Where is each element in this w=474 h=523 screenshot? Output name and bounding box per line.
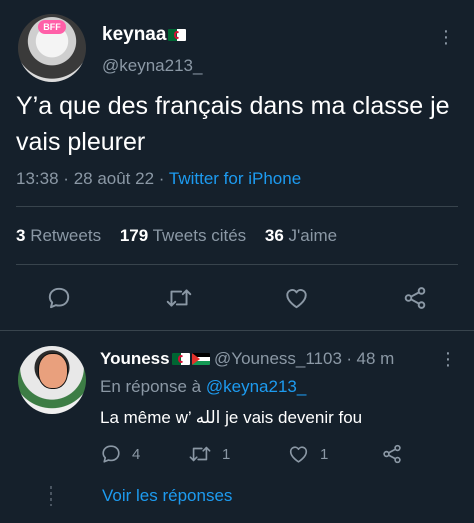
likes-count: 36 bbox=[264, 226, 284, 245]
reply-icon[interactable] bbox=[46, 285, 72, 311]
like-icon[interactable] bbox=[283, 285, 310, 311]
reply-icon bbox=[100, 443, 122, 465]
meta-separator: · bbox=[158, 169, 165, 188]
divider bbox=[16, 206, 458, 207]
quotes-label: Tweets cités bbox=[152, 226, 247, 245]
retweets-count: 3 bbox=[16, 226, 26, 245]
reply-context: En réponse à @keyna213_ bbox=[100, 377, 306, 397]
author-display-name[interactable]: keynaa bbox=[102, 24, 187, 46]
tweet-text: Y’a que des français dans ma classe je v… bbox=[16, 92, 450, 156]
likes-label: J'aime bbox=[288, 226, 338, 245]
reply-age[interactable]: 48 m bbox=[357, 349, 395, 368]
author-handle[interactable]: @keyna213_ bbox=[102, 56, 202, 76]
algeria-flag-icon bbox=[168, 29, 187, 41]
reply-reply-button[interactable]: 4 bbox=[100, 443, 140, 465]
retweet-icon[interactable] bbox=[165, 285, 193, 311]
algeria-flag-icon bbox=[171, 353, 190, 365]
quotes-stat[interactable]: 179 Tweets cités bbox=[120, 226, 246, 245]
reply-author-name-text: Youness bbox=[100, 349, 170, 368]
meta-separator: · bbox=[63, 169, 69, 188]
reply-to-handle[interactable]: @keyna213_ bbox=[206, 377, 306, 396]
tweet-time[interactable]: 13:38 bbox=[16, 169, 59, 188]
reply-prefix: En réponse à bbox=[100, 377, 202, 396]
tweet-stats: 3 Retweets 179 Tweets cités 36 J'aime bbox=[16, 226, 351, 246]
reply-more-options-icon[interactable]: · · · bbox=[444, 343, 452, 375]
tweet-date[interactable]: 28 août 22 bbox=[74, 169, 154, 188]
author-name-text: keynaa bbox=[102, 24, 167, 45]
reply-retweet-button[interactable]: 1 bbox=[188, 443, 230, 465]
like-icon bbox=[287, 443, 310, 465]
tweet-meta: 13:38 · 28 août 22 · Twitter for iPhone bbox=[16, 169, 301, 189]
show-replies-link[interactable]: Voir les réponses bbox=[102, 486, 232, 506]
author-avatar[interactable]: BFF bbox=[18, 14, 86, 82]
reply-header: Youness @Youness_1103 · 48 m bbox=[100, 349, 394, 369]
reply-text: La même w’ الله je vais devenir fou bbox=[100, 408, 363, 427]
share-icon[interactable] bbox=[401, 285, 429, 311]
reply-author-handle[interactable]: @Youness_1103 bbox=[214, 349, 342, 368]
avatar-badge: BFF bbox=[38, 20, 66, 34]
divider bbox=[16, 264, 458, 265]
thread-connector bbox=[50, 486, 52, 506]
quotes-count: 179 bbox=[119, 226, 149, 245]
reply-share-icon[interactable] bbox=[380, 443, 404, 465]
reply-like-button[interactable]: 1 bbox=[287, 443, 328, 465]
retweets-stat[interactable]: 3 Retweets bbox=[16, 226, 101, 245]
retweet-icon bbox=[188, 443, 212, 465]
like-count: 1 bbox=[320, 445, 329, 463]
likes-stat[interactable]: 36 J'aime bbox=[265, 226, 337, 245]
more-options-icon[interactable]: · · · bbox=[442, 21, 450, 53]
section-divider bbox=[0, 330, 474, 331]
blurred-face bbox=[38, 353, 68, 389]
retweet-count: 1 bbox=[222, 445, 231, 463]
reply-count: 4 bbox=[132, 445, 141, 463]
reply-author-avatar[interactable] bbox=[18, 346, 86, 414]
reply-author-name[interactable]: Youness bbox=[100, 349, 210, 368]
meta-separator: · bbox=[346, 349, 353, 368]
retweets-label: Retweets bbox=[30, 226, 102, 245]
palestine-flag-icon bbox=[191, 353, 210, 365]
tweet-source[interactable]: Twitter for iPhone bbox=[169, 169, 301, 188]
